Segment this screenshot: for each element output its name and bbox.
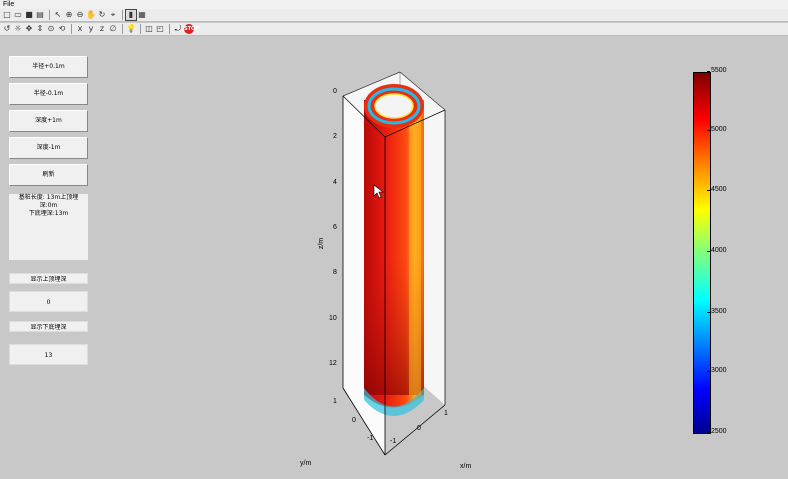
colorbar[interactable] <box>693 72 711 434</box>
y-tick-label: 1 <box>333 398 337 405</box>
y-tick-label: -1 <box>367 435 374 442</box>
colorbar-tick-label: 4500 <box>707 186 727 193</box>
colorbar-tick-label: 5500 <box>707 67 727 74</box>
y-axis-label: y/m <box>300 460 312 467</box>
z-tick-label: 6 <box>333 224 337 231</box>
x-tick-label: -1 <box>390 438 397 445</box>
colorbar-tick-label: 3500 <box>707 308 727 315</box>
x-tick-label: 0 <box>417 425 421 432</box>
pile-cylinder-top-hole <box>374 93 414 119</box>
z-tick-label: 0 <box>333 88 337 95</box>
pile-3d-plot[interactable] <box>0 0 788 479</box>
z-tick-label: 12 <box>329 360 337 367</box>
z-tick-label: 4 <box>333 179 337 186</box>
colorbar-tick-label: 5000 <box>707 126 727 133</box>
colorbar-tick-label: 2500 <box>707 428 727 435</box>
z-tick-label: 10 <box>329 315 337 322</box>
x-axis-label: x/m <box>460 463 472 470</box>
colorbar-tick-label: 3000 <box>707 367 727 374</box>
colorbar-tick-label: 4000 <box>707 247 727 254</box>
y-tick-label: 0 <box>352 417 356 424</box>
pile-cylinder-highlight <box>409 105 421 395</box>
z-axis-label: z/m <box>318 237 326 250</box>
z-tick-label: 8 <box>333 269 337 276</box>
z-tick-label: 2 <box>333 133 337 140</box>
x-tick-label: 1 <box>444 410 448 417</box>
